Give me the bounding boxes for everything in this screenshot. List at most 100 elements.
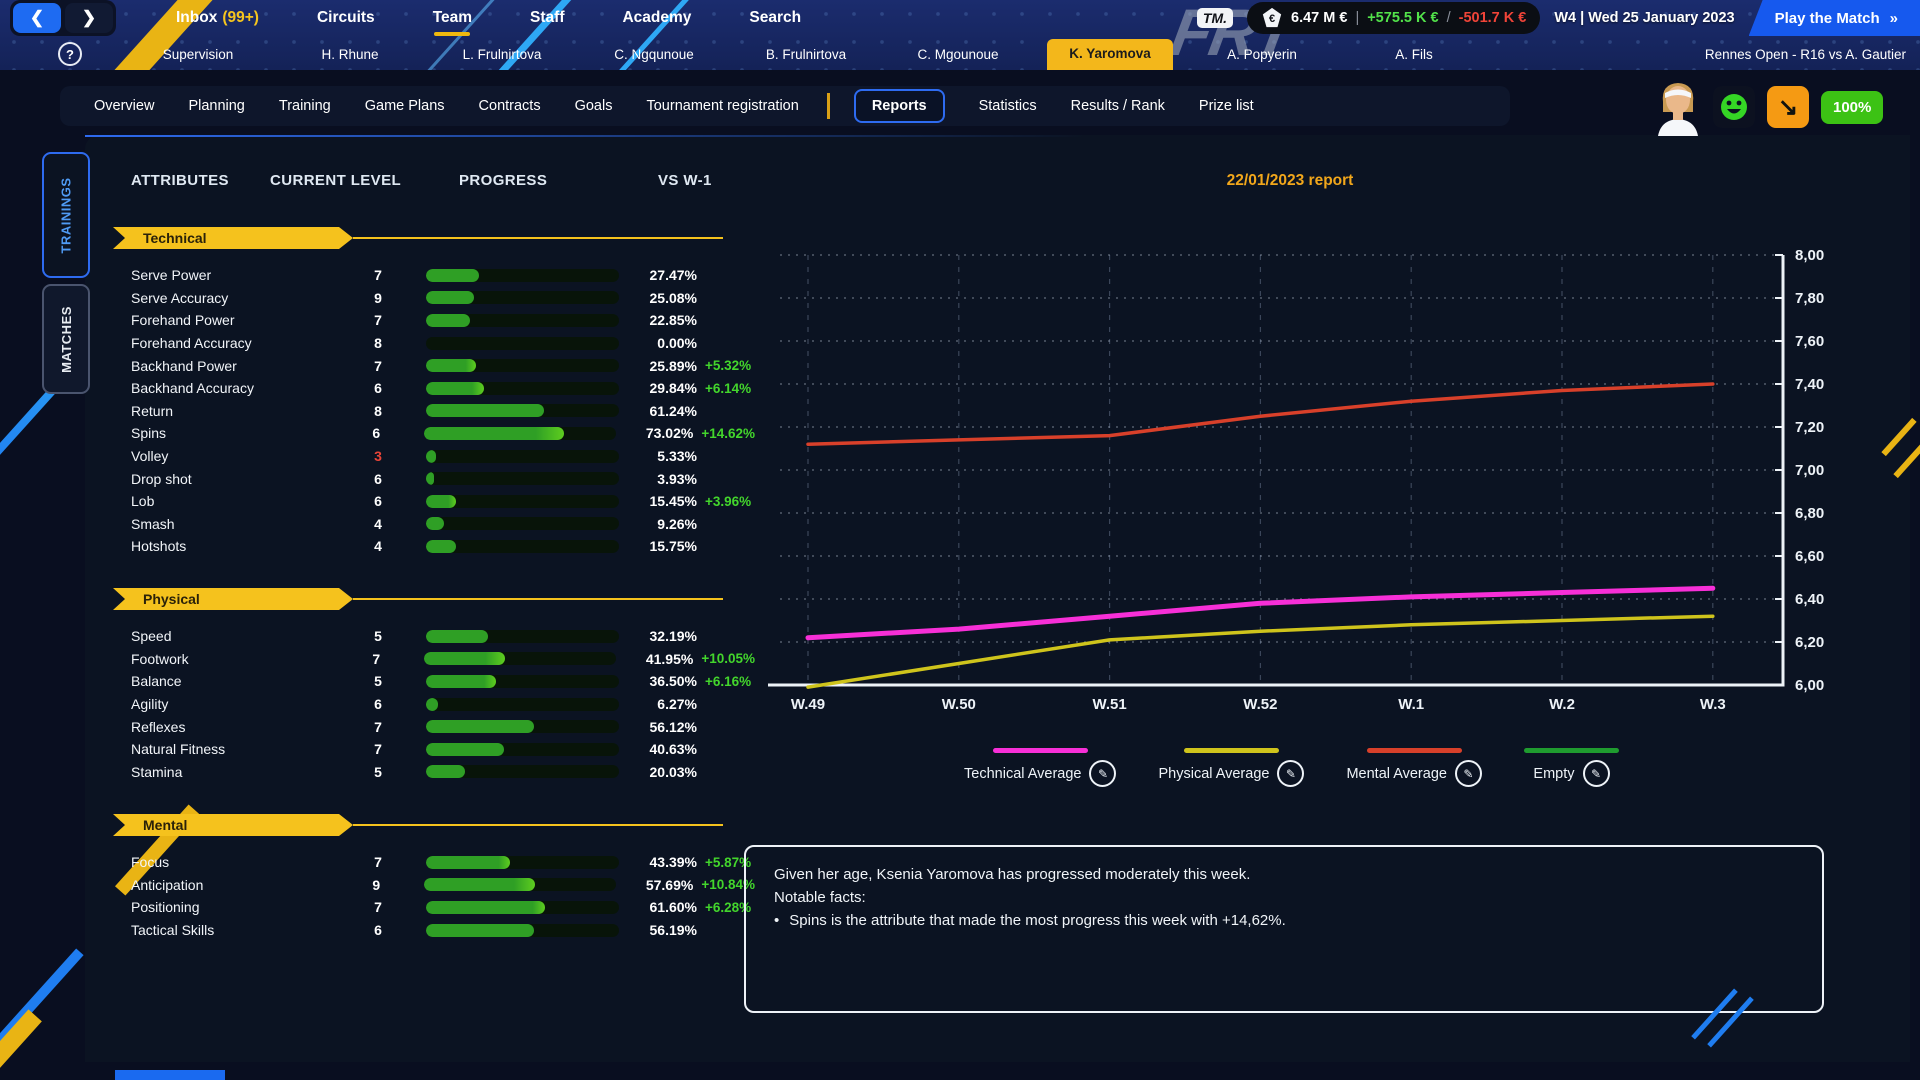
back-icon: ❮ — [30, 8, 44, 28]
tab-contracts[interactable]: Contracts — [479, 98, 541, 114]
tab-reports[interactable]: Reports — [854, 89, 945, 123]
form-arrow-icon: ↘ — [1778, 93, 1798, 122]
back-button[interactable]: ❮ — [13, 3, 61, 33]
progress-chart-area: 6,006,206,406,606,807,007,207,407,607,80… — [760, 240, 1860, 720]
tab-prize-list[interactable]: Prize list — [1199, 98, 1254, 114]
player-tab-b-frulnirtova[interactable]: B. Frulnirtova — [730, 41, 882, 68]
attribute-vs-delta: +5.32% — [705, 358, 751, 373]
section-tab-bar: Overview Planning Training Game Plans Contra… — [60, 86, 1510, 126]
attribute-label: Hotshots — [131, 538, 361, 554]
sidetab-trainings[interactable]: TRAININGS — [42, 152, 90, 278]
form-tile[interactable]: ↘ — [1767, 86, 1809, 128]
finance-summary[interactable]: € 6.47 M € | +575.5 K € / -501.7 K € — [1247, 2, 1540, 34]
attribute-row: Serve Accuracy925.08% — [95, 287, 755, 310]
attribute-level: 7 — [361, 719, 395, 735]
legend-item-mental-average: Mental Average✎ — [1346, 748, 1482, 787]
player-tab-supervision[interactable]: Supervision — [122, 41, 274, 68]
play-the-match-button[interactable]: Play the Match » — [1749, 0, 1920, 36]
nav-item-search[interactable]: Search — [749, 9, 801, 27]
attribute-progress-pct: 0.00% — [619, 335, 697, 351]
attribute-progress-pct: 41.95% — [616, 651, 693, 667]
nav-item-circuits[interactable]: Circuits — [317, 9, 375, 27]
attribute-progress-pct: 22.85% — [619, 312, 697, 328]
legend-label-row: Empty✎ — [1533, 760, 1609, 787]
x-axis-tick-label: W.1 — [1398, 696, 1424, 713]
x-axis-tick-label: W.3 — [1700, 696, 1726, 713]
attribute-progress-bar — [424, 878, 616, 891]
attribute-row: Balance536.50%+6.16% — [95, 670, 755, 693]
attribute-row: Footwork741.95%+10.05% — [95, 648, 755, 671]
attribute-progress-pct: 6.27% — [619, 696, 697, 712]
nav-item-academy[interactable]: Academy — [622, 9, 691, 27]
attribute-section-technical: TechnicalServe Power727.47%Serve Accurac… — [95, 227, 755, 558]
progress-chart: 6,006,206,406,606,807,007,207,407,607,80… — [760, 240, 1860, 720]
edit-icon[interactable]: ✎ — [1455, 760, 1482, 787]
nav-item-staff[interactable]: Staff — [530, 9, 564, 27]
player-tab-k-yaromova[interactable]: K. Yaromova — [1047, 39, 1173, 70]
attribute-progress-bar — [426, 901, 619, 914]
tab-tournament-registration[interactable]: Tournament registration — [646, 98, 798, 114]
currency-gem-icon: € — [1261, 7, 1283, 29]
main-menu: Inbox(99+) Circuits Team Staff Academy Search — [176, 9, 801, 27]
tab-training[interactable]: Training — [279, 98, 331, 114]
attribute-label: Backhand Power — [131, 358, 361, 374]
attribute-level: 6 — [361, 380, 395, 396]
edit-icon[interactable]: ✎ — [1583, 760, 1610, 787]
attribute-level: 6 — [361, 493, 395, 509]
tab-results-rank[interactable]: Results / Rank — [1071, 98, 1165, 114]
attribute-row: Spins673.02%+14.62% — [95, 422, 755, 445]
legend-swatch — [1367, 748, 1462, 753]
attribute-section-physical: PhysicalSpeed532.19%Footwork741.95%+10.0… — [95, 588, 755, 783]
legend-item-empty: Empty✎ — [1524, 748, 1619, 787]
tab-statistics[interactable]: Statistics — [979, 98, 1037, 114]
attribute-row: Positioning761.60%+6.28% — [95, 896, 755, 919]
attribute-label: Anticipation — [131, 877, 359, 893]
help-icon[interactable]: ? — [58, 42, 82, 66]
attribute-level: 9 — [361, 290, 395, 306]
x-axis-tick-label: W.52 — [1243, 696, 1277, 713]
attribute-progress-fill — [426, 291, 474, 304]
sidetab-matches[interactable]: MATCHES — [42, 284, 90, 394]
attribute-level: 7 — [361, 358, 395, 374]
player-avatar[interactable] — [1655, 78, 1701, 136]
attribute-row: Forehand Accuracy80.00% — [95, 332, 755, 355]
money-divider: | — [1355, 10, 1359, 26]
attribute-label: Footwork — [131, 651, 359, 667]
tab-planning[interactable]: Planning — [188, 98, 244, 114]
attribute-progress-fill — [424, 427, 564, 440]
attribute-progress-pct: 40.63% — [619, 741, 697, 757]
edit-icon[interactable]: ✎ — [1089, 760, 1116, 787]
player-tab-a-popyerin[interactable]: A. Popyerin — [1186, 41, 1338, 68]
play-button-label: Play the Match — [1775, 10, 1880, 27]
attribute-progress-fill — [426, 269, 479, 282]
y-axis-tick-label: 8,00 — [1795, 247, 1824, 264]
attribute-progress-pct: 27.47% — [619, 267, 697, 283]
player-tab-h-rhune[interactable]: H. Rhune — [274, 41, 426, 68]
attribute-progress-fill — [426, 630, 488, 643]
legend-label-row: Technical Average✎ — [964, 760, 1116, 787]
attribute-label: Serve Accuracy — [131, 290, 361, 306]
attribute-row: Natural Fitness740.63% — [95, 738, 755, 761]
forward-button[interactable]: ❯ — [65, 3, 113, 33]
player-tab-l-frulnirtova[interactable]: L. Frulnirtova — [426, 41, 578, 68]
attribute-label: Spins — [131, 425, 359, 441]
section-banner: Physical — [113, 588, 353, 610]
player-tab-c-mgounoue[interactable]: C. Mgounoue — [882, 41, 1034, 68]
attribute-label: Stamina — [131, 764, 361, 780]
y-axis-tick-label: 7,60 — [1795, 333, 1824, 350]
morale-tile[interactable] — [1713, 86, 1755, 128]
tab-overview[interactable]: Overview — [94, 98, 154, 114]
attribute-progress-fill — [426, 404, 544, 417]
edit-icon[interactable]: ✎ — [1277, 760, 1304, 787]
legend-swatch — [1524, 748, 1619, 753]
attribute-level: 7 — [361, 267, 395, 283]
player-tab-a-fils[interactable]: A. Fils — [1338, 41, 1490, 68]
nav-item-team[interactable]: Team — [433, 9, 472, 27]
nav-item-inbox[interactable]: Inbox(99+) — [176, 9, 259, 27]
attribute-level: 5 — [361, 628, 395, 644]
attribute-label: Smash — [131, 516, 361, 532]
tab-goals[interactable]: Goals — [575, 98, 613, 114]
tab-game-plans[interactable]: Game Plans — [365, 98, 445, 114]
y-axis-tick-label: 6,60 — [1795, 548, 1824, 565]
player-tab-c-ngqunoue[interactable]: C. Ngqunoue — [578, 41, 730, 68]
